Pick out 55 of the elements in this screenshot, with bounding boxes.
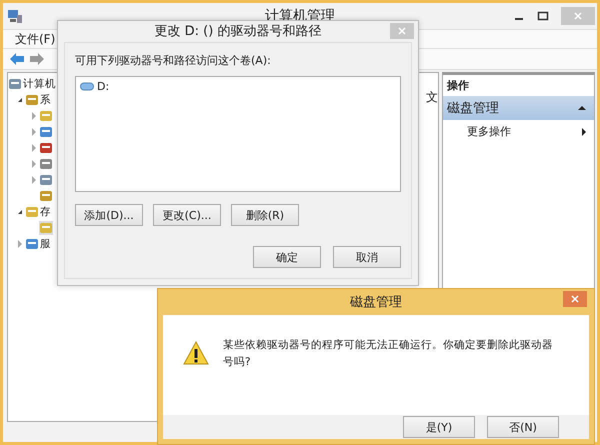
tree-item[interactable]: 计算机 [23, 77, 56, 91]
close-icon [397, 26, 407, 36]
tree-item[interactable]: 服 [40, 237, 51, 251]
tree-node-icon[interactable] [39, 125, 53, 139]
close-icon [570, 294, 580, 304]
list-box[interactable]: D: [75, 76, 401, 192]
close-button[interactable] [561, 7, 595, 25]
close-button[interactable] [390, 23, 414, 39]
tree-node-icon[interactable] [25, 205, 39, 219]
menu-item[interactable]: 文件(F) [15, 30, 56, 48]
collapse-arrow-icon[interactable] [578, 106, 586, 110]
tree-item[interactable]: 存 [40, 205, 51, 219]
back-arrow-icon[interactable] [9, 52, 25, 66]
dialog-title: 更改 D: () 的驱动器号和路径 [154, 22, 322, 40]
tree-node-icon[interactable] [39, 189, 53, 203]
forward-arrow-icon[interactable] [29, 52, 45, 66]
dialog-button[interactable]: 确定 [253, 246, 321, 268]
tree-node-icon[interactable] [25, 237, 39, 251]
tree-node-icon[interactable] [39, 109, 53, 123]
actions-header: 操作 [446, 78, 470, 94]
drive-icon [80, 82, 94, 91]
dialog-title: 磁盘管理 [350, 294, 402, 311]
list-label: 可用下列驱动器号和路径访问这个卷(A): [75, 53, 272, 68]
column-text: 文 [426, 90, 438, 104]
tree-node-icon[interactable] [25, 93, 39, 107]
dialog-button[interactable]: 删除(R) [231, 204, 299, 226]
action-link[interactable]: 更多操作 [443, 120, 594, 143]
tree-node-icon[interactable] [39, 141, 53, 155]
close-button[interactable] [563, 291, 587, 307]
expanded-arrow-icon[interactable] [18, 98, 22, 102]
warning-icon [183, 341, 209, 365]
collapsed-arrow-icon[interactable] [32, 128, 36, 136]
computer-icon [7, 8, 23, 24]
collapsed-arrow-icon[interactable] [32, 112, 36, 120]
collapsed-arrow-icon[interactable] [32, 176, 36, 184]
collapsed-arrow-icon[interactable] [32, 144, 36, 152]
tree-item[interactable]: 系 [40, 93, 51, 107]
close-icon [573, 11, 583, 21]
submenu-arrow-icon [582, 128, 586, 136]
expanded-arrow-icon[interactable] [18, 210, 22, 214]
dialog-button[interactable]: 是(Y) [403, 416, 475, 438]
dialog-button[interactable]: 更改(C)... [153, 204, 221, 226]
maximize-icon[interactable] [537, 10, 549, 22]
dialog-button[interactable]: 否(N) [487, 416, 559, 438]
tree-node-icon[interactable] [39, 173, 53, 187]
tree-node-icon[interactable] [39, 221, 53, 235]
collapsed-arrow-icon[interactable] [32, 160, 36, 168]
tree-node-icon[interactable] [39, 157, 53, 171]
message-text: 某些依赖驱动器号的程序可能无法正确运行。你确定要删除此驱动器号吗? [223, 338, 554, 370]
dialog-button[interactable]: 添加(D)... [75, 204, 143, 226]
tree-node-icon[interactable] [8, 77, 22, 91]
list-item[interactable]: D: [97, 80, 110, 93]
actions-section[interactable]: 磁盘管理 [443, 96, 594, 120]
collapsed-arrow-icon[interactable] [18, 240, 22, 248]
dialog-button[interactable]: 取消 [333, 246, 401, 268]
